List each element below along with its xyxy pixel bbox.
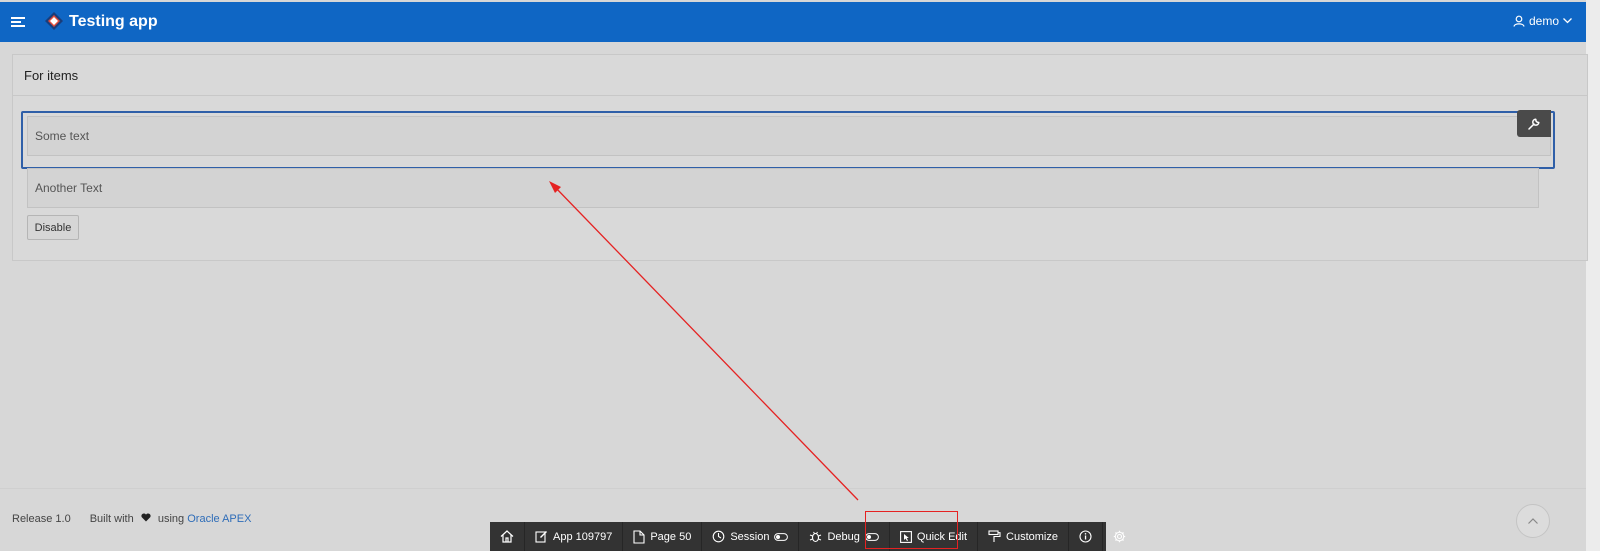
app-title[interactable]: Testing app <box>69 13 158 31</box>
release-label: Release 1.0 <box>12 513 71 525</box>
scroll-to-top-button[interactable] <box>1516 504 1550 538</box>
devbar-debug-button[interactable]: Debug <box>799 522 890 551</box>
paint-roller-icon <box>988 530 1001 542</box>
developer-toolbar: App 109797 Page 50 Session Debug Quick E… <box>490 522 1126 551</box>
quick-edit-icon <box>899 530 912 543</box>
devbar-session-label: Session <box>730 530 770 543</box>
footer-divider <box>0 488 1586 489</box>
devbar-info-button[interactable] <box>1069 522 1103 551</box>
oracle-apex-link[interactable]: Oracle APEX <box>187 513 251 525</box>
toggle-icon <box>864 532 879 541</box>
scrollbar[interactable] <box>1586 0 1600 551</box>
header-bar: Testing app demo <box>0 2 1586 42</box>
devbar-session-button[interactable]: Session <box>702 522 800 551</box>
info-icon <box>1079 530 1092 543</box>
devbar-customize-button[interactable]: Customize <box>978 522 1069 551</box>
page-edit-icon <box>633 529 645 544</box>
user-menu[interactable]: demo <box>1513 14 1572 28</box>
user-icon <box>1513 15 1525 27</box>
bug-icon <box>810 531 822 543</box>
heart-icon <box>141 513 151 525</box>
session-icon <box>712 530 725 543</box>
built-with-text: Built with using Oracle APEX <box>90 513 252 525</box>
edit-icon <box>535 531 547 543</box>
hamburger-menu-icon[interactable] <box>10 14 28 30</box>
app-logo-icon <box>44 11 64 31</box>
devbar-page-label: Page 50 <box>650 530 692 543</box>
items-region: For items Some text Another Text Disable <box>12 54 1588 261</box>
devbar-quick-edit-label: Quick Edit <box>916 530 968 543</box>
footer: Release 1.0 Built with using Oracle APEX <box>12 513 251 525</box>
toggle-icon <box>774 532 789 541</box>
devbar-home-button[interactable] <box>490 522 525 551</box>
home-icon <box>500 530 514 543</box>
built-with-prefix: Built with <box>89 513 134 525</box>
devbar-quick-edit-button[interactable]: Quick Edit <box>890 522 979 551</box>
user-name: demo <box>1528 14 1559 28</box>
chevron-up-icon <box>1528 518 1538 524</box>
devbar-page-button[interactable]: Page 50 <box>623 522 703 551</box>
gear-icon <box>1113 530 1126 543</box>
wrench-icon <box>1528 117 1540 130</box>
built-with-using: using <box>157 513 185 525</box>
devbar-debug-label: Debug <box>827 530 860 543</box>
region-title: For items <box>13 55 1587 96</box>
disable-button[interactable]: Disable <box>27 215 79 240</box>
quick-edit-wrench-button[interactable] <box>1517 110 1551 137</box>
devbar-settings-button[interactable] <box>1103 522 1136 551</box>
text-field-item-2[interactable]: Another Text <box>27 168 1539 208</box>
text-field-item-1[interactable]: Some text <box>27 116 1551 156</box>
devbar-customize-label: Customize <box>1006 530 1058 543</box>
devbar-app-label: App 109797 <box>553 530 613 543</box>
chevron-down-icon <box>1563 18 1572 24</box>
devbar-app-button[interactable]: App 109797 <box>525 522 624 551</box>
